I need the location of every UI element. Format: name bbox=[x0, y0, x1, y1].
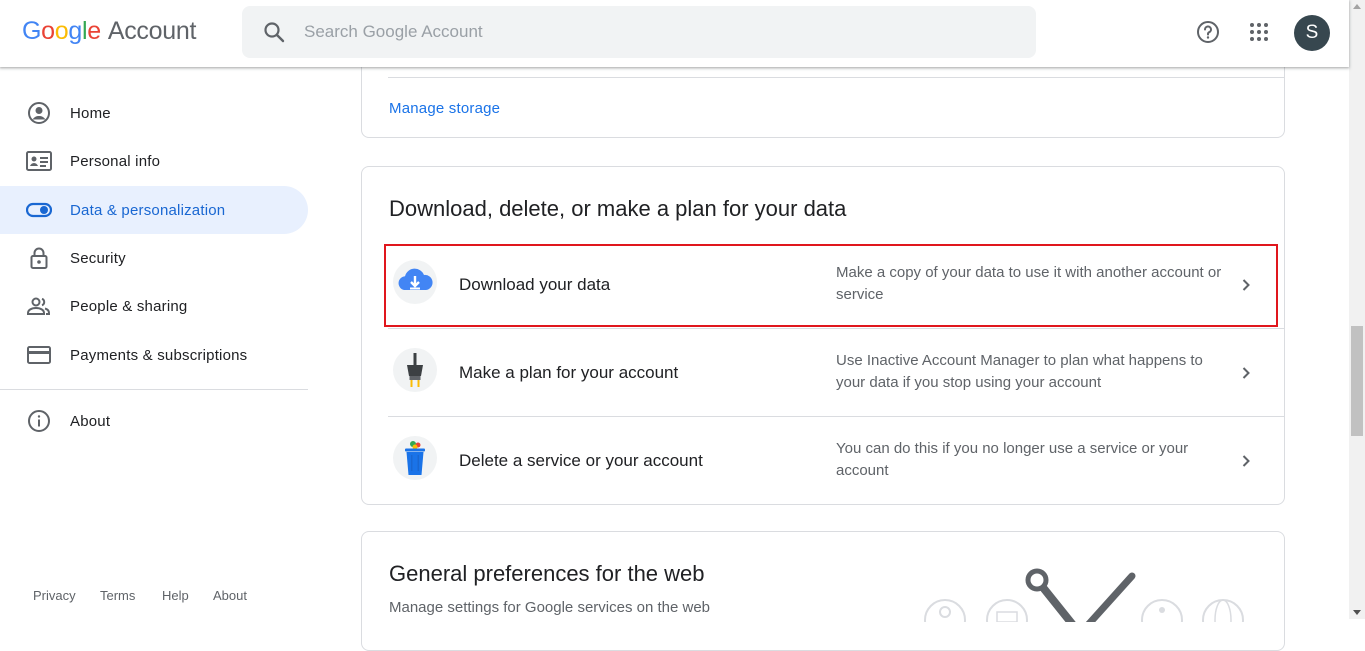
avatar[interactable]: S bbox=[1294, 15, 1330, 51]
apps-grid-icon[interactable] bbox=[1247, 20, 1271, 44]
row-title: Delete a service or your account bbox=[459, 451, 703, 470]
search-icon[interactable] bbox=[262, 20, 286, 44]
logo-letter: e bbox=[87, 17, 101, 45]
row-title: Download your data bbox=[459, 275, 611, 294]
search-input[interactable] bbox=[304, 6, 1004, 58]
sidebar-item-label: Data & personalization bbox=[70, 201, 226, 219]
sidebar-item-about[interactable]: About bbox=[0, 397, 308, 445]
account-circle-icon bbox=[28, 102, 50, 124]
card-title: Download, delete, or make a plan for you… bbox=[389, 196, 847, 221]
credit-card-icon bbox=[27, 346, 51, 364]
footer-link-privacy[interactable]: Privacy bbox=[33, 588, 76, 603]
data-management-card: Download, delete, or make a plan for you… bbox=[361, 166, 1285, 505]
delete-service-row[interactable]: Delete a service or your account You can… bbox=[388, 417, 1277, 505]
sidebar-item-people-sharing[interactable]: People & sharing bbox=[0, 282, 308, 330]
sidebar-item-security[interactable]: Security bbox=[0, 234, 308, 282]
sidebar-item-personal-info[interactable]: Personal info bbox=[0, 137, 308, 185]
sidebar-item-home[interactable]: Home bbox=[0, 89, 308, 137]
logo-product-name: Account bbox=[107, 17, 197, 45]
plug-icon bbox=[393, 348, 437, 392]
google-account-logo[interactable]: Google Account bbox=[22, 17, 196, 46]
search-bar bbox=[242, 6, 1036, 58]
sidebar-divider bbox=[0, 389, 308, 390]
sidebar-item-payments[interactable]: Payments & subscriptions bbox=[0, 331, 308, 379]
sidebar-item-label: Personal info bbox=[70, 152, 161, 170]
trash-bin-icon bbox=[393, 436, 437, 480]
chevron-right-icon bbox=[1242, 367, 1250, 379]
row-title: Make a plan for your account bbox=[459, 363, 679, 382]
id-card-icon bbox=[26, 151, 52, 171]
logo-letter: o bbox=[41, 17, 55, 45]
sidebar-item-label: Home bbox=[70, 104, 111, 122]
scroll-down-arrow-icon[interactable] bbox=[1353, 610, 1361, 615]
scroll-up-arrow-icon[interactable] bbox=[1353, 4, 1361, 9]
row-description: Make a copy of your data to use it with … bbox=[836, 264, 1222, 303]
logo-letter: G bbox=[22, 17, 42, 45]
footer-link-terms[interactable]: Terms bbox=[100, 588, 135, 603]
sidebar-item-label: Security bbox=[70, 249, 126, 267]
preferences-illustration bbox=[924, 568, 1244, 622]
scrollbar-thumb[interactable] bbox=[1351, 326, 1363, 436]
help-icon[interactable] bbox=[1196, 20, 1220, 44]
sidebar-item-label: People & sharing bbox=[70, 297, 188, 315]
lock-icon bbox=[30, 247, 48, 269]
card-title: General preferences for the web bbox=[389, 561, 705, 586]
logo-letter: o bbox=[54, 17, 69, 45]
general-preferences-card: General preferences for the web Manage s… bbox=[361, 531, 1285, 651]
card-divider bbox=[388, 77, 1284, 78]
people-icon bbox=[27, 297, 50, 315]
footer-link-about[interactable]: About bbox=[213, 588, 247, 603]
chevron-right-icon bbox=[1242, 279, 1250, 291]
row-description: You can do this if you no longer use a s… bbox=[836, 440, 1189, 479]
chevron-right-icon bbox=[1242, 455, 1250, 467]
logo-letter: g bbox=[68, 17, 82, 45]
sidebar-item-label: About bbox=[70, 412, 111, 430]
row-description: Use Inactive Account Manager to plan wha… bbox=[836, 352, 1203, 391]
card-subtitle: Manage settings for Google services on t… bbox=[389, 599, 711, 616]
sidebar-item-data-personalization[interactable]: Data & personalization bbox=[0, 186, 308, 234]
sidebar-item-label: Payments & subscriptions bbox=[70, 346, 248, 364]
app-header: Google Account S bbox=[0, 0, 1349, 67]
download-your-data-row[interactable]: Download your data Make a copy of your d… bbox=[388, 241, 1277, 329]
page-scrollbar[interactable] bbox=[1349, 0, 1365, 619]
cloud-download-icon bbox=[393, 260, 437, 304]
manage-storage-link[interactable]: Manage storage bbox=[389, 100, 500, 117]
info-icon bbox=[28, 410, 50, 432]
plan-account-row[interactable]: Make a plan for your account Use Inactiv… bbox=[388, 329, 1277, 417]
footer-link-help[interactable]: Help bbox=[162, 588, 189, 603]
sidebar-nav: Home Personal info Data & personalizatio… bbox=[0, 67, 320, 619]
toggle-icon bbox=[26, 202, 52, 218]
